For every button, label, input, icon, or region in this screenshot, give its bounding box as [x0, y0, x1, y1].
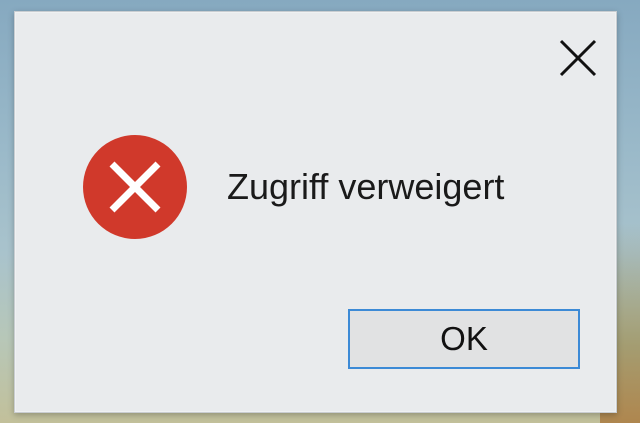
ok-button-label: OK: [440, 320, 488, 357]
error-icon: [82, 134, 188, 240]
error-message: Zugriff verweigert: [227, 166, 505, 207]
ok-button[interactable]: OK: [348, 309, 580, 369]
close-button[interactable]: [556, 36, 600, 80]
error-dialog: Zugriff verweigert OK: [14, 11, 617, 413]
close-icon: [559, 39, 597, 77]
